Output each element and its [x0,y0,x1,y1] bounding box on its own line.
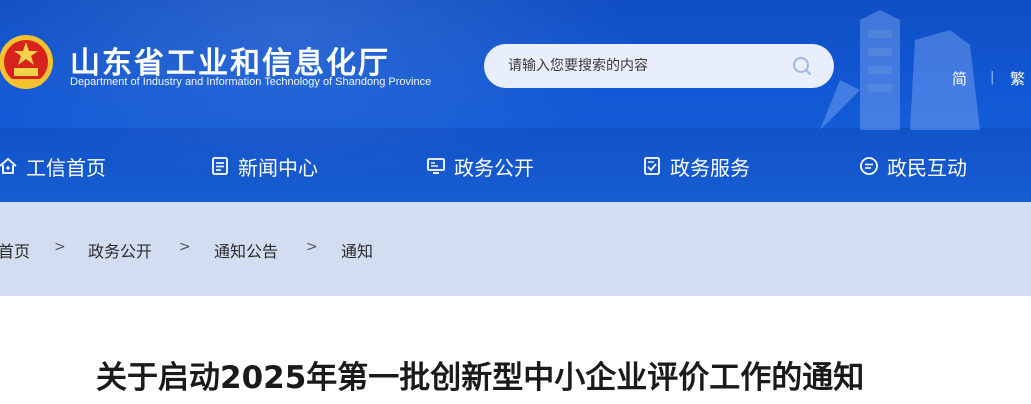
search-box [484,44,834,88]
breadcrumb [0,202,1031,296]
breadcrumb-current[interactable]: 通知 [341,238,373,262]
nav-item-gov-service[interactable]: 政务服务 [642,150,750,182]
breadcrumb-separator: > [179,239,191,255]
breadcrumb-home[interactable]: 首页 [0,238,30,262]
nav-item-news[interactable]: 新闻中心 [210,150,318,182]
search-input[interactable] [508,55,788,77]
nav-item-interaction[interactable]: 政民互动 [859,150,967,182]
page-title: 关于启动2025年第一批创新型中小企业评价工作的通知 [96,360,865,396]
breadcrumb-separator: > [54,239,66,255]
nav-item-label: 新闻中心 [238,155,318,180]
chat-icon [860,157,878,175]
site-header: 山东省工业和信息化厅 Department of Industry and In… [0,0,1031,202]
nav-item-label: 政务公开 [454,155,534,180]
simplified-chinese-link[interactable]: 简 [952,68,967,89]
nav-item-label: 政务服务 [670,155,750,180]
lang-separator: | [990,70,995,85]
site-subtitle: Department of Industry and Information T… [70,76,432,88]
traditional-chinese-link[interactable]: 繁 [1010,68,1025,89]
document-icon [212,157,228,175]
nav-item-label: 工信首页 [26,155,106,180]
home-icon [0,157,17,174]
monitor-icon [427,158,445,174]
national-emblem-icon [0,35,53,89]
monument-decoration [820,10,980,130]
breadcrumb-separator: > [306,239,318,255]
breadcrumb-gov-affairs[interactable]: 政务公开 [88,238,152,262]
nav-item-label: 政民互动 [887,155,967,180]
service-icon [644,157,660,175]
nav-item-gov-affairs[interactable]: 政务公开 [426,150,534,182]
nav-item-home[interactable]: 工信首页 [0,150,106,182]
search-icon[interactable] [792,56,812,76]
breadcrumb-notices[interactable]: 通知公告 [214,238,278,262]
